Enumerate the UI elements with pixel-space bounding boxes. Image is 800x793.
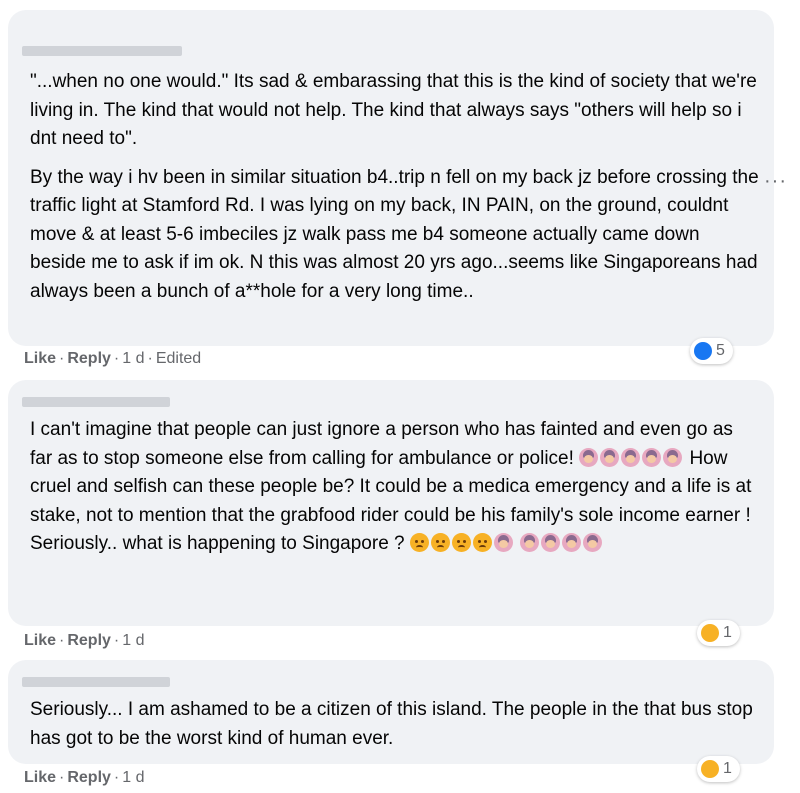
facepalm-emoji-icon — [520, 533, 540, 552]
like-reaction-icon — [694, 342, 712, 360]
facepalm-emoji-icon — [493, 533, 513, 552]
facepalm-emoji-icon — [600, 447, 620, 467]
sad-reaction-icon — [701, 760, 719, 778]
comment-actions: Like · Reply · 1 d — [24, 632, 145, 649]
sad-emoji-icon — [451, 533, 471, 552]
facepalm-emoji-icon — [562, 533, 582, 552]
facepalm-emoji-group — [579, 447, 684, 469]
comment-text: Seriously... I am ashamed to be a citize… — [30, 699, 753, 749]
author-name-redacted[interactable] — [22, 46, 182, 56]
facepalm-emoji-icon — [583, 533, 603, 552]
facepalm-emoji-group — [520, 533, 604, 554]
reaction-count: 1 — [723, 624, 732, 641]
author-name-redacted[interactable] — [22, 677, 170, 687]
comment-actions: Like · Reply · 1 d · Edited — [24, 350, 202, 367]
reaction-summary[interactable]: 5 — [690, 338, 733, 364]
comment-paragraph: "...when no one would." Its sad & embara… — [30, 71, 757, 149]
timestamp[interactable]: 1 d — [122, 769, 144, 786]
reaction-count: 1 — [723, 760, 732, 777]
facepalm-emoji-icon — [621, 447, 641, 467]
comment-bubble-1: "...when no one would." Its sad & embara… — [8, 10, 774, 346]
reply-link[interactable]: Reply — [67, 769, 111, 786]
sad-reaction-icon — [701, 624, 719, 642]
comment-paragraph: By the way i hv been in similar situatio… — [30, 166, 759, 302]
more-options-icon[interactable]: ··· — [764, 170, 787, 193]
facepalm-emoji-icon — [663, 447, 683, 467]
facepalm-emoji-icon — [541, 533, 561, 552]
sad-emoji-icon — [472, 533, 492, 552]
facepalm-emoji-icon — [579, 447, 599, 467]
reply-link[interactable]: Reply — [67, 350, 111, 367]
facepalm-emoji-icon — [642, 447, 662, 467]
comment-text: I can't imagine that people can just ign… — [30, 416, 756, 559]
sad-emoji-icon — [409, 533, 429, 552]
timestamp[interactable]: 1 d — [122, 350, 144, 367]
sad-emoji-icon — [430, 533, 450, 552]
reply-link[interactable]: Reply — [67, 632, 111, 649]
reaction-summary[interactable]: 1 — [697, 620, 740, 646]
timestamp[interactable]: 1 d — [122, 632, 144, 649]
reaction-summary[interactable]: 1 — [697, 756, 740, 782]
like-link[interactable]: Like — [24, 350, 56, 367]
comment-bubble-2: I can't imagine that people can just ign… — [8, 380, 774, 626]
like-link[interactable]: Like — [24, 632, 56, 649]
comment-bubble-3: Seriously... I am ashamed to be a citize… — [8, 660, 774, 764]
like-link[interactable]: Like — [24, 769, 56, 786]
edited-label: Edited — [155, 350, 202, 367]
sad-emoji-group — [409, 533, 515, 554]
reaction-count: 5 — [716, 342, 725, 359]
comment-actions: Like · Reply · 1 d — [24, 769, 145, 786]
author-name-redacted[interactable] — [22, 397, 170, 407]
